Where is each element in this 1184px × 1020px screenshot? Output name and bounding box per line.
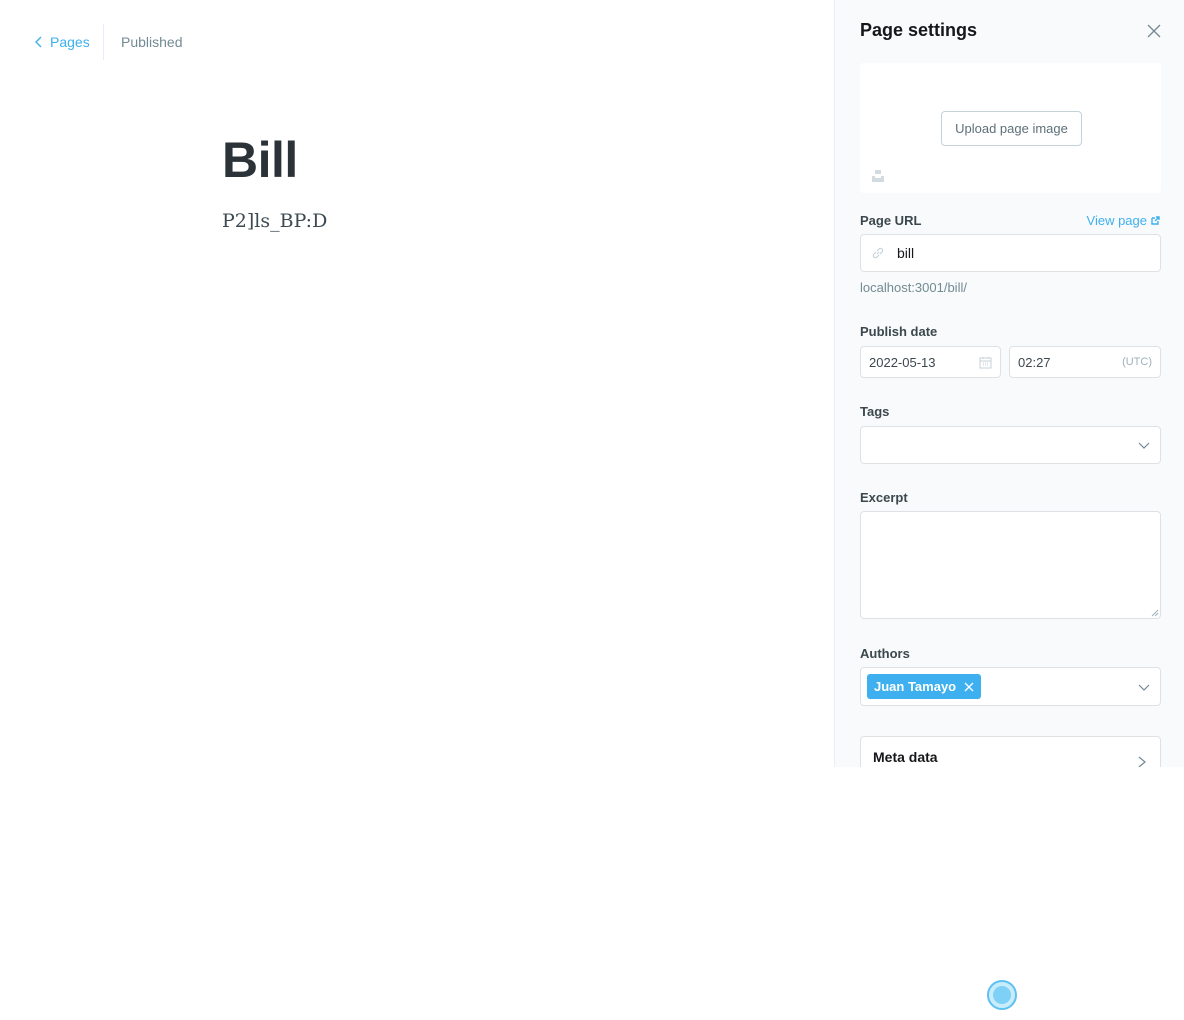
meta-data-section[interactable]: Meta data bbox=[860, 736, 1161, 767]
help-beacon-dot bbox=[993, 986, 1011, 1004]
page-image-box: Upload page image bbox=[860, 63, 1161, 193]
view-page-link[interactable]: View page bbox=[1087, 213, 1160, 228]
close-settings-button[interactable] bbox=[1145, 22, 1163, 40]
authors-input[interactable]: Juan Tamayo bbox=[860, 667, 1161, 706]
timezone-label: (UTC) bbox=[1122, 356, 1152, 368]
back-link-label: Pages bbox=[50, 34, 90, 50]
publish-time-value: 02:27 bbox=[1018, 354, 1051, 370]
close-icon bbox=[1147, 24, 1161, 38]
calendar-icon bbox=[979, 356, 992, 368]
editor-topbar: Pages Published bbox=[0, 0, 834, 84]
external-link-icon bbox=[1151, 216, 1160, 225]
remove-author-icon[interactable] bbox=[964, 682, 974, 692]
page-title-editor[interactable]: Bill bbox=[222, 130, 298, 190]
chevron-down-icon bbox=[1138, 442, 1150, 449]
author-name: Juan Tamayo bbox=[874, 679, 957, 694]
chevron-left-icon bbox=[35, 36, 42, 48]
tags-label: Tags bbox=[860, 404, 890, 419]
publish-date-input[interactable]: 2022-05-13 bbox=[860, 346, 1001, 378]
authors-label: Authors bbox=[860, 646, 910, 661]
upload-page-image-button[interactable]: Upload page image bbox=[941, 111, 1082, 146]
post-status: Published bbox=[121, 34, 183, 50]
back-to-pages-link[interactable]: Pages bbox=[34, 33, 90, 51]
topbar-divider bbox=[103, 24, 104, 60]
publish-date-label: Publish date bbox=[860, 324, 938, 339]
page-body-editor[interactable]: P2]ls_BP:D bbox=[222, 208, 327, 234]
chevron-down-icon bbox=[1138, 684, 1150, 691]
excerpt-textarea[interactable] bbox=[860, 511, 1161, 619]
page-url-input[interactable]: bill bbox=[860, 234, 1161, 272]
excerpt-label: Excerpt bbox=[860, 490, 908, 505]
meta-data-label: Meta data bbox=[873, 749, 938, 765]
page-url-value: bill bbox=[897, 245, 915, 261]
page-settings-panel: Page settings Upload page image Page URL… bbox=[834, 0, 1184, 767]
resize-grip-icon[interactable] bbox=[1150, 608, 1159, 617]
panel-title: Page settings bbox=[860, 20, 978, 40]
link-icon bbox=[872, 247, 884, 259]
page-url-hint: localhost:3001/bill/ bbox=[860, 280, 967, 295]
author-token[interactable]: Juan Tamayo bbox=[867, 674, 982, 699]
publish-time-input[interactable]: 02:27 (UTC) bbox=[1009, 346, 1161, 378]
chevron-right-icon bbox=[1138, 756, 1146, 767]
view-page-label: View page bbox=[1086, 213, 1147, 228]
unsplash-icon[interactable] bbox=[871, 169, 885, 183]
publish-date-value: 2022-05-13 bbox=[869, 354, 936, 370]
page-url-label: Page URL bbox=[860, 213, 922, 228]
help-beacon[interactable] bbox=[987, 980, 1017, 1010]
tags-input[interactable] bbox=[860, 426, 1161, 464]
